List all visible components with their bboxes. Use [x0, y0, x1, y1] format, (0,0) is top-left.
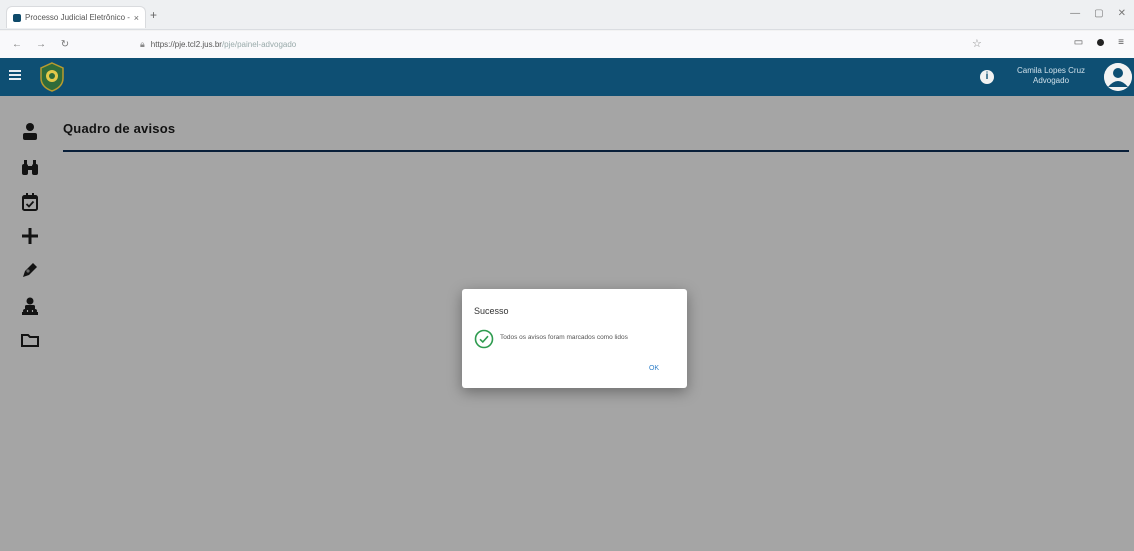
- browser-toolbar: ← → ↻ 🔒︎ https://pje.tcl2.jus.br /pje/pa…: [0, 31, 1134, 58]
- forward-button[interactable]: →: [34, 39, 48, 50]
- app-header: i Camila Lopes Cruz Advogado: [0, 58, 1134, 96]
- favicon-icon: [13, 13, 21, 22]
- browser-extensions: ▭ ≡: [1074, 37, 1124, 48]
- check-circle-icon: [474, 329, 494, 349]
- minimize-button[interactable]: —: [1070, 8, 1080, 19]
- back-button[interactable]: ←: [10, 39, 24, 50]
- user-role: Advogado: [1032, 76, 1070, 85]
- browser-tab[interactable]: Processo Judicial Eletrônico - ESTA ×: [6, 6, 146, 28]
- reload-button[interactable]: ↻: [58, 39, 72, 50]
- bookmark-star-icon[interactable]: ☆: [972, 37, 982, 50]
- url-host: https://pje.tcl2.jus.br: [150, 39, 222, 49]
- success-dialog: Sucesso Todos os avisos foram marcados c…: [462, 289, 687, 388]
- tab-label: Processo Judicial Eletrônico - ESTA: [25, 13, 131, 22]
- tab-bar: Processo Judicial Eletrônico - ESTA × + …: [0, 0, 1134, 30]
- modal-backdrop-edge: [0, 96, 8, 551]
- dialog-message: Todos os avisos foram marcados como lido…: [500, 334, 628, 341]
- user-info[interactable]: Camila Lopes Cruz Advogado: [1002, 66, 1100, 86]
- user-name: Camila Lopes Cruz: [1016, 66, 1086, 75]
- account-icon[interactable]: [1097, 39, 1105, 46]
- shield-icon[interactable]: ▭: [1074, 37, 1083, 48]
- maximize-button[interactable]: ▢: [1094, 8, 1103, 19]
- dialog-title: Sucesso: [474, 306, 509, 316]
- ok-button[interactable]: OK: [642, 361, 666, 377]
- url-path: /pje/painel-advogado: [221, 39, 297, 49]
- menu-icon[interactable]: ≡: [1118, 37, 1124, 48]
- logo-icon: [40, 62, 64, 92]
- info-icon[interactable]: i: [980, 70, 994, 84]
- tab-close-icon[interactable]: ×: [134, 13, 139, 23]
- window-controls: — ▢ ✕: [1070, 8, 1126, 19]
- browser-window: Processo Judicial Eletrônico - ESTA × + …: [0, 0, 1134, 551]
- lock-icon: 🔒︎: [140, 38, 145, 49]
- new-tab-button[interactable]: +: [150, 8, 157, 22]
- close-window-button[interactable]: ✕: [1118, 8, 1126, 19]
- address-bar[interactable]: 🔒︎ https://pje.tcl2.jus.br /pje/painel-a…: [140, 34, 1000, 54]
- avatar-icon[interactable]: [1104, 63, 1132, 91]
- hamburger-menu-icon[interactable]: [9, 70, 21, 80]
